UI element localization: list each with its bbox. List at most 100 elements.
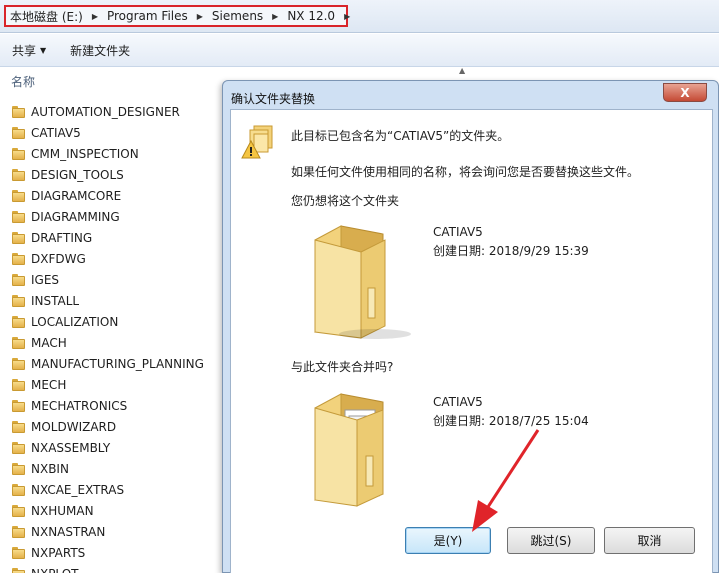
close-button[interactable]: X — [663, 83, 707, 102]
chevron-right-icon[interactable]: ▶ — [192, 12, 208, 21]
folder-icon[interactable] — [313, 222, 413, 340]
list-item-label: DRAFTING — [31, 230, 93, 245]
new-folder-button[interactable]: 新建文件夹 — [58, 42, 142, 59]
list-item-label: MOLDWIZARD — [31, 419, 117, 434]
folder-icon — [12, 462, 25, 475]
list-item[interactable]: DIAGRAMCORE — [12, 185, 222, 206]
folder-icon — [12, 126, 25, 139]
folder-icon — [12, 168, 25, 181]
list-item[interactable]: MECHATRONICS — [12, 395, 222, 416]
list-item-label: DXFDWG — [31, 251, 86, 266]
folder-icon — [12, 504, 25, 517]
list-item-label: DIAGRAMCORE — [31, 188, 122, 203]
incoming-folder-date: 创建日期: 2018/7/25 15:04 — [433, 414, 589, 428]
folder-icon — [12, 399, 25, 412]
address-bar: 本地磁盘 (E:) ▶ Program Files ▶ Siemens ▶ NX… — [0, 0, 719, 33]
list-item[interactable]: AUTOMATION_DESIGNER — [12, 101, 222, 122]
list-item-label: NXCAE_EXTRAS — [31, 482, 125, 497]
list-item-label: AUTOMATION_DESIGNER — [31, 104, 180, 119]
list-item-label: INSTALL — [31, 293, 80, 308]
folder-icon — [12, 357, 25, 370]
existing-folder-name: CATIAV5 — [433, 225, 483, 239]
incoming-folder-name: CATIAV5 — [433, 395, 483, 409]
list-item[interactable]: CMM_INSPECTION — [12, 143, 222, 164]
list-item[interactable]: CATIAV5 — [12, 122, 222, 143]
chevron-right-icon[interactable]: ▶ — [267, 12, 283, 21]
list-item-label: NXPLOT — [31, 567, 78, 573]
list-item-label: NXHUMAN — [31, 503, 94, 518]
breadcrumb-program-files[interactable]: Program Files — [103, 9, 192, 23]
list-item[interactable]: NXASSEMBLY — [12, 437, 222, 458]
list-item[interactable]: NXPARTS — [12, 542, 222, 563]
question-text: 您仍想将这个文件夹 — [291, 194, 400, 208]
dialog-message-detail: 如果任何文件使用相同的名称，将会询问您是否要替换这些文件。 — [291, 165, 640, 179]
breadcrumb-drive[interactable]: 本地磁盘 (E:) — [6, 8, 87, 25]
list-item[interactable]: DIAGRAMMING — [12, 206, 222, 227]
folder-icon — [12, 189, 25, 202]
merge-question: 与此文件夹合并吗? — [291, 360, 394, 374]
list-item-label: LOCALIZATION — [31, 314, 119, 329]
folder-icon — [12, 378, 25, 391]
folder-icon — [12, 252, 25, 265]
list-item[interactable]: LOCALIZATION — [12, 311, 222, 332]
list-item[interactable]: MECH — [12, 374, 222, 395]
list-item[interactable]: MANUFACTURING_PLANNING — [12, 353, 222, 374]
breadcrumb-nx[interactable]: NX 12.0 — [283, 9, 339, 23]
list-item-label: MECH — [31, 377, 67, 392]
folder-icon — [12, 525, 25, 538]
folder-icon — [12, 420, 25, 433]
list-item[interactable]: DRAFTING — [12, 227, 222, 248]
folder-icon — [12, 336, 25, 349]
cancel-button[interactable]: 取消 — [604, 527, 695, 554]
list-item[interactable]: NXHUMAN — [12, 500, 222, 521]
chevron-down-icon: ▼ — [40, 45, 47, 55]
list-item[interactable]: NXNASTRAN — [12, 521, 222, 542]
yes-button[interactable]: 是(Y) — [405, 527, 491, 554]
list-item-label: DIAGRAMMING — [31, 209, 120, 224]
chevron-right-icon[interactable]: ▶ — [339, 12, 355, 21]
folder-icon — [12, 231, 25, 244]
warning-folder-icon — [241, 125, 273, 159]
dialog-body: 此目标已包含名为“CATIAV5”的文件夹。 如果任何文件使用相同的名称，将会询… — [230, 109, 713, 573]
list-item[interactable]: NXPLOT — [12, 563, 222, 573]
folder-icon — [12, 567, 25, 573]
file-list: AUTOMATION_DESIGNER CATIAV5 CMM_INSPECTION… — [12, 101, 222, 573]
folder-icon — [12, 147, 25, 160]
list-item-label: MACH — [31, 335, 67, 350]
column-header-name[interactable]: 名称 — [11, 73, 35, 90]
list-item[interactable]: INSTALL — [12, 290, 222, 311]
list-item[interactable]: DESIGN_TOOLS — [12, 164, 222, 185]
list-item-label: CATIAV5 — [31, 125, 81, 140]
list-item[interactable]: NXBIN — [12, 458, 222, 479]
breadcrumb[interactable]: 本地磁盘 (E:) ▶ Program Files ▶ Siemens ▶ NX… — [4, 5, 350, 27]
list-item-label: MECHATRONICS — [31, 398, 128, 413]
list-item-label: CMM_INSPECTION — [31, 146, 139, 161]
folder-icon — [12, 105, 25, 118]
folder-icon — [12, 294, 25, 307]
skip-button[interactable]: 跳过(S) — [507, 527, 595, 554]
list-item[interactable]: MACH — [12, 332, 222, 353]
folder-icon[interactable] — [313, 390, 413, 508]
folder-icon — [12, 483, 25, 496]
folder-icon — [12, 273, 25, 286]
command-bar: 共享 ▼ 新建文件夹 — [0, 34, 719, 67]
chevron-right-icon[interactable]: ▶ — [87, 12, 103, 21]
folder-icon — [12, 441, 25, 454]
list-item-label: NXPARTS — [31, 545, 86, 560]
folder-icon — [12, 546, 25, 559]
chevron-up-icon[interactable]: ▲ — [459, 66, 465, 75]
list-item-label: IGES — [31, 272, 60, 287]
list-item[interactable]: MOLDWIZARD — [12, 416, 222, 437]
list-item[interactable]: NXCAE_EXTRAS — [12, 479, 222, 500]
new-folder-label: 新建文件夹 — [70, 43, 131, 58]
share-button[interactable]: 共享 ▼ — [0, 42, 58, 59]
breadcrumb-siemens[interactable]: Siemens — [208, 9, 267, 23]
share-label: 共享 — [12, 43, 37, 58]
folder-icon — [12, 315, 25, 328]
list-item[interactable]: DXFDWG — [12, 248, 222, 269]
list-item[interactable]: IGES — [12, 269, 222, 290]
dialog-message: 此目标已包含名为“CATIAV5”的文件夹。 — [291, 129, 510, 143]
confirm-folder-replace-dialog: 确认文件夹替换 X 此目标已包含名为“CATIAV5”的文件夹。 如果任何文件使… — [222, 80, 719, 573]
list-item-label: NXASSEMBLY — [31, 440, 111, 455]
existing-folder-date: 创建日期: 2018/9/29 15:39 — [433, 244, 589, 258]
